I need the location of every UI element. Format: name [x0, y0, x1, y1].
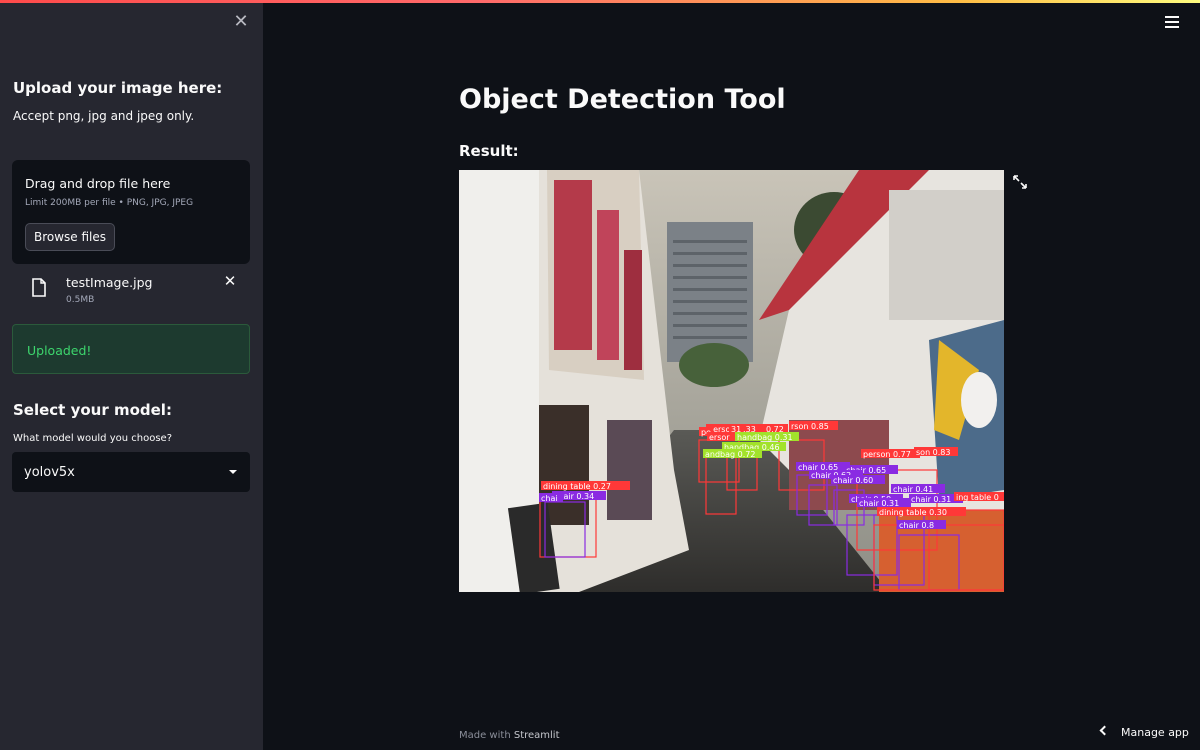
file-size: 0.5MB [66, 295, 95, 305]
upload-heading: Upload your image here: [13, 79, 223, 97]
dropzone-title: Drag and drop file here [25, 176, 171, 191]
dropzone-limit: Limit 200MB per file • PNG, JPG, JPEG [25, 198, 194, 208]
upload-description: Accept png, jpg and jpeg only. [13, 109, 195, 123]
model-select-label: What model would you choose? [13, 433, 173, 444]
result-image: dining table 0.27chair 0.34chaiperson 0.… [459, 170, 1004, 592]
sidebar: ✕ Upload your image here: Accept png, jp… [0, 0, 263, 750]
success-alert: Uploaded! [12, 324, 250, 374]
detection-label: chair 0.60 [833, 476, 873, 485]
detection-label: chair 0.41 [893, 485, 933, 494]
page-title: Object Detection Tool [459, 84, 786, 115]
manage-app-label: Manage app [1121, 726, 1189, 739]
uploaded-file-item: testImage.jpg 0.5MB ✕ [12, 268, 250, 312]
result-label: Result: [459, 142, 519, 160]
hamburger-icon[interactable] [1165, 16, 1179, 28]
manage-app-button[interactable]: Manage app [1097, 722, 1193, 744]
detection-label: son 0.83 [916, 448, 951, 457]
chevron-down-icon [229, 470, 237, 474]
detection-label: dining table 0.30 [879, 508, 947, 517]
detection-label: chair 0.31 [911, 495, 951, 504]
file-icon [32, 278, 46, 297]
detection-label: person 0.77 [863, 450, 911, 459]
remove-file-icon[interactable]: ✕ [222, 273, 238, 289]
file-dropzone[interactable]: Drag and drop file here Limit 200MB per … [12, 160, 250, 264]
browse-files-button[interactable]: Browse files [25, 223, 115, 251]
detection-label: andbag 0.72 [705, 450, 755, 459]
footer: Made with Streamlit [459, 730, 560, 741]
detection-label: ing table 0 [956, 493, 999, 502]
detection-label: chair 0.8 [899, 521, 934, 530]
detection-label: dining table 0.27 [543, 482, 611, 491]
streamlit-link[interactable]: Streamlit [514, 730, 560, 741]
detection-label: rson 0.85 [791, 422, 829, 431]
success-text: Uploaded! [27, 343, 92, 358]
detection-label: chai [541, 494, 558, 503]
top-decoration-bar [0, 0, 1200, 3]
model-heading: Select your model: [13, 401, 172, 419]
model-select[interactable]: yolov5x [12, 452, 250, 492]
expand-icon[interactable] [1012, 174, 1028, 190]
file-name: testImage.jpg [66, 275, 153, 290]
detection-label: ersor [709, 433, 730, 442]
model-select-value: yolov5x [24, 465, 75, 480]
close-icon[interactable]: ✕ [232, 13, 250, 31]
detection-label: chair 0.31 [859, 499, 899, 508]
chevron-left-icon [1099, 725, 1110, 736]
detection-label: handbag 0.31 [737, 433, 793, 442]
footer-made-with: Made with [459, 730, 514, 741]
